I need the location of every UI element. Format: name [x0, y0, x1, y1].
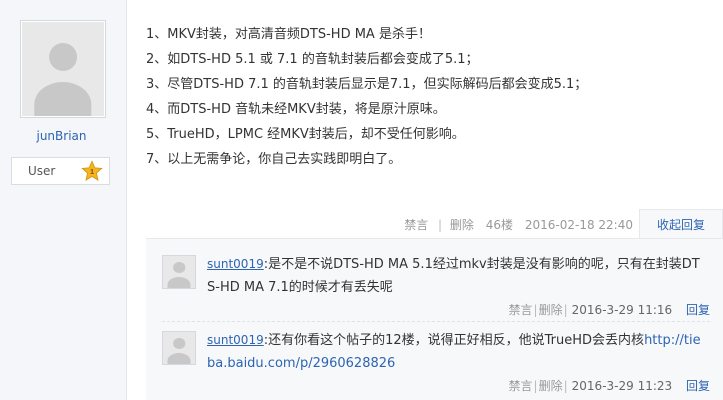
avatar-placeholder-icon: [22, 22, 104, 116]
post-meta: 禁言 | 删除 46楼 2016-02-18 22:40: [404, 216, 633, 233]
meta-separator: |: [438, 218, 443, 232]
reply-report-link[interactable]: 禁言: [509, 379, 533, 393]
reply-body: sunt0019:是不是不说DTS-HD MA 5.1经过mkv封装是没有影响的…: [207, 253, 707, 299]
author-username[interactable]: junBrian: [0, 129, 123, 143]
delete-link[interactable]: 删除: [450, 218, 474, 232]
reply-avatar[interactable]: [162, 255, 196, 289]
reply-delete-link[interactable]: 删除: [539, 303, 563, 317]
meta-separator: |: [563, 379, 568, 393]
reply-username[interactable]: sunt0019: [207, 257, 264, 271]
meta-separator: |: [533, 303, 538, 317]
author-panel: junBrian User 1: [0, 0, 127, 400]
star-level-icon: 1: [81, 160, 103, 181]
reply-username[interactable]: sunt0019: [207, 333, 264, 347]
reply-text: 是不是不说DTS-HD MA 5.1经过mkv封装是没有影响的呢，只有在封装DT…: [207, 257, 700, 295]
meta-separator: |: [563, 303, 568, 317]
post-line: 5、TrueHD，LPMC 经MKV封装后，却不受任何影响。: [146, 127, 465, 142]
reply-delete-link[interactable]: 删除: [539, 379, 563, 393]
reply-list: sunt0019:是不是不说DTS-HD MA 5.1经过mkv封装是没有影响的…: [146, 238, 723, 400]
report-link[interactable]: 禁言: [404, 218, 428, 232]
reply-button[interactable]: 回复: [686, 303, 710, 317]
reply-meta: 禁言|删除| 2016-3-29 11:23 回复: [509, 377, 710, 394]
post-line: 3、尽管DTS-HD 7.1 的音轨封装后显示是7.1，但实际解码后都会变成5.…: [146, 77, 588, 92]
floor-number: 46楼: [485, 218, 514, 232]
fold-reply-button[interactable]: 收起回复: [639, 209, 723, 239]
post-line: 2、如DTS-HD 5.1 或 7.1 的音轨封装后都会变成了5.1；: [146, 52, 479, 67]
user-level-badge[interactable]: User 1: [11, 157, 110, 185]
user-badge-label: User: [28, 164, 56, 178]
reply-divider: [162, 321, 710, 322]
author-avatar[interactable]: [20, 20, 106, 118]
post-line: 1、MKV封装，对高清音频DTS-HD MA 是杀手！: [146, 27, 431, 42]
reply-time: 2016-3-29 11:16: [571, 303, 673, 317]
post-line: 4、而DTS-HD 音轨未经MKV封装，将是原汁原味。: [146, 102, 446, 117]
reply-text: 还有你看这个帖子的12楼，说得正好相反，他说TrueHD会丢内核: [268, 333, 645, 348]
reply-time: 2016-3-29 11:23: [571, 379, 673, 393]
reply-body: sunt0019:还有你看这个帖子的12楼，说得正好相反，他说TrueHD会丢内…: [207, 329, 707, 375]
meta-separator: |: [533, 379, 538, 393]
reply-button[interactable]: 回复: [686, 379, 710, 393]
reply-avatar[interactable]: [162, 331, 196, 365]
user-level-number: 1: [90, 167, 94, 176]
post-content: 1、MKV封装，对高清音频DTS-HD MA 是杀手！ 2、如DTS-HD 5.…: [146, 22, 716, 172]
post-line: 7、以上无需争论，你自己去实践即明白了。: [146, 152, 402, 167]
post-time: 2016-02-18 22:40: [524, 218, 633, 232]
reply-meta: 禁言|删除| 2016-3-29 11:16 回复: [509, 301, 710, 318]
reply-report-link[interactable]: 禁言: [509, 303, 533, 317]
